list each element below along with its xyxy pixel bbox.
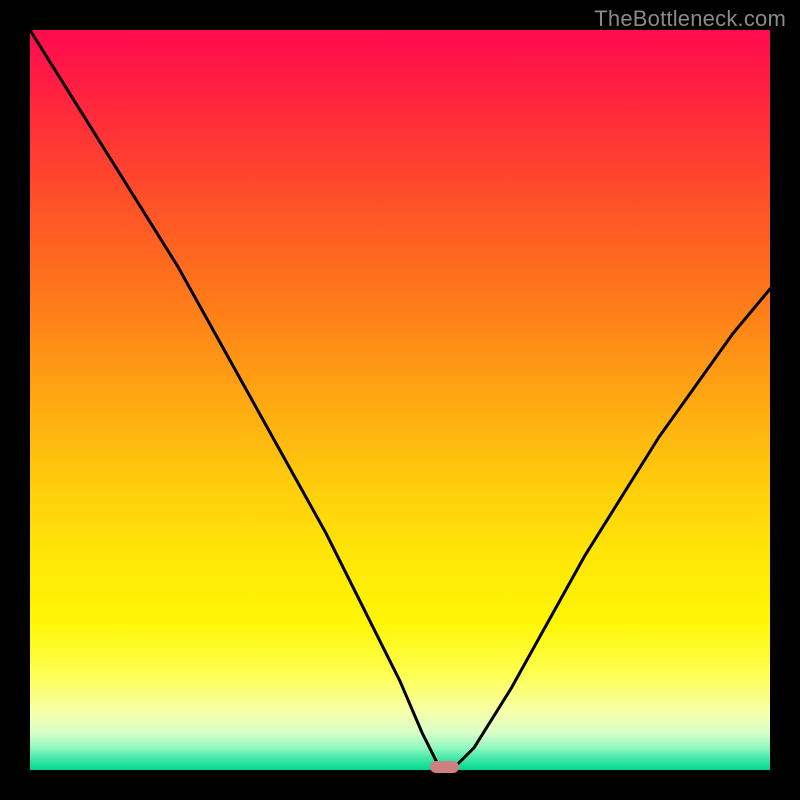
plot-area [30,30,770,770]
bottleneck-curve [30,30,770,770]
minimum-marker [430,761,460,773]
chart-container: TheBottleneck.com [0,0,800,800]
watermark-text: TheBottleneck.com [594,6,786,32]
